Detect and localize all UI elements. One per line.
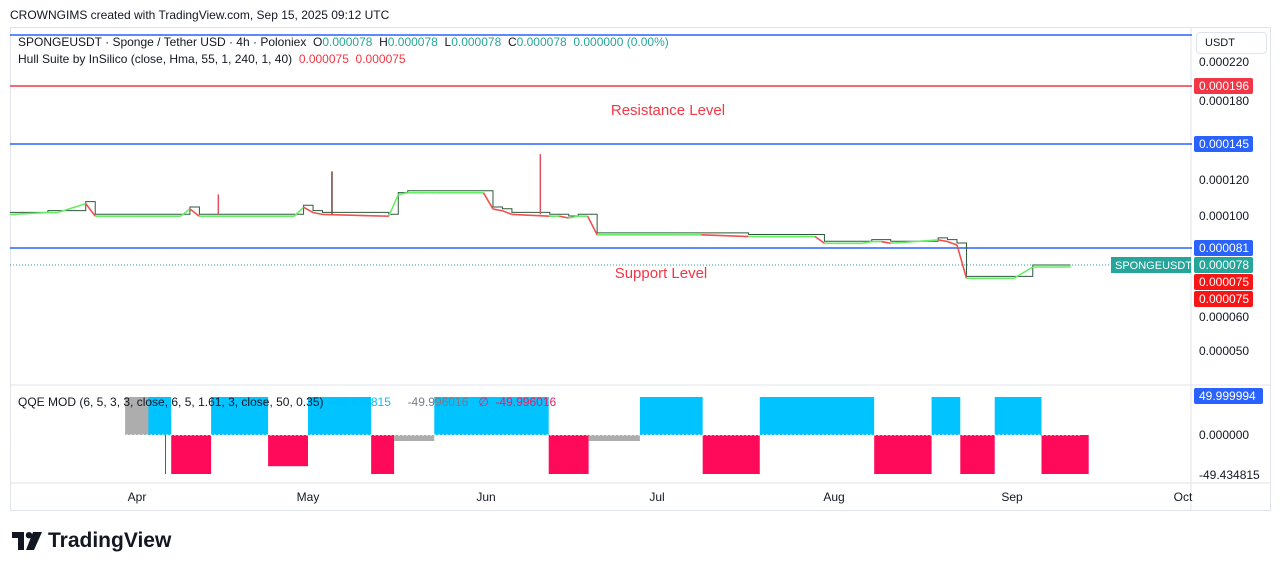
price-tick-label: 0.000050 <box>1199 344 1249 358</box>
month-label-jul: Jul <box>649 490 664 504</box>
qqe-legend[interactable]: QQE MOD (6, 5, 3, 3, close, 6, 5, 1.61, … <box>18 395 556 409</box>
hull-legend[interactable]: Hull Suite by InSilico (close, Hma, 55, … <box>18 52 406 66</box>
price-tick-label: 0.000100 <box>1199 209 1249 223</box>
level-label-145: 0.000145 <box>1199 137 1249 151</box>
qqe-bar-down <box>165 435 166 474</box>
hull-segment <box>492 208 503 212</box>
change-value: 0.000000 (0.00%) <box>573 35 669 49</box>
open-label: O <box>313 35 323 49</box>
hull-segment <box>388 194 400 217</box>
qqe-empty-symbol: ∅ <box>478 395 489 409</box>
qqe-bar-down <box>702 435 760 474</box>
qqe-bar-up <box>994 397 1042 435</box>
hull-segment <box>293 206 305 217</box>
price-tick-label: 0.000180 <box>1199 94 1249 108</box>
hull-segment <box>511 213 550 217</box>
month-label-oct: Oct <box>1174 490 1193 504</box>
price-tick-label: 0.000120 <box>1199 173 1249 187</box>
hull-segment <box>947 240 958 246</box>
price-tick-label: 0.000220 <box>1199 55 1249 69</box>
month-label-may: May <box>297 490 320 504</box>
qqe-bar-neutral <box>394 435 435 441</box>
tradingview-brand[interactable]: TradingView <box>12 529 171 553</box>
last-price-label: 0.000078 <box>1199 258 1249 272</box>
qqe-bar-down <box>371 435 395 474</box>
tradingview-logo-icon <box>12 532 42 550</box>
symbol-legend[interactable]: SPONGEUSDT · Sponge / Tether USD · 4h · … <box>18 35 669 49</box>
qqe-bar-down <box>171 435 212 474</box>
month-label-apr: Apr <box>128 490 147 504</box>
qqe-bar-up <box>759 397 875 435</box>
level-label-081: 0.000081 <box>1199 241 1249 255</box>
close-value: 0.000078 <box>516 35 567 49</box>
high-value: 0.000078 <box>387 35 438 49</box>
qqe-bar-down <box>268 435 308 467</box>
qqe-bottom-tick: -49.434815 <box>1199 468 1260 482</box>
month-label-aug: Aug <box>823 490 844 504</box>
horizontal-lines <box>10 34 1192 266</box>
hull-indicator-name: Hull Suite by InSilico (close, Hma, 55, … <box>18 52 293 66</box>
chart-canvas[interactable]: 0.000220 0.000180 0.000120 0.000100 0.000060… <box>0 0 1281 571</box>
close-label: C <box>507 35 517 49</box>
hull-segment <box>85 203 96 217</box>
qqe-bar-neutral <box>588 435 640 441</box>
qqe-value-2: -49.996016 <box>407 395 469 409</box>
qqe-bar-up <box>931 397 961 435</box>
month-label-jun: Jun <box>476 490 495 504</box>
qqe-bar-up <box>639 397 703 435</box>
month-label-sep: Sep <box>1001 490 1023 504</box>
hull-segment <box>559 215 569 219</box>
resistance-annotation: Resistance Level <box>611 102 725 119</box>
open-value: 0.000078 <box>322 35 373 49</box>
hull-value-2: 0.000075 <box>355 52 406 66</box>
hull-segment <box>937 239 948 243</box>
hull-segment <box>701 234 749 238</box>
symbol-tag: SPONGEUSDT <box>1115 260 1192 272</box>
qqe-bar-down <box>1041 435 1089 474</box>
brand-name: TradingView <box>48 529 172 552</box>
hull-label-1: 0.000075 <box>1199 275 1249 289</box>
qqe-value-1: -49.434815 <box>330 395 391 409</box>
qqe-bar-down <box>548 435 589 474</box>
hull-segment <box>881 240 891 245</box>
qqe-indicator-name: QQE MOD (6, 5, 3, 3, close, 6, 5, 1.61, … <box>18 395 324 409</box>
currency-selector[interactable]: USDT <box>1196 32 1267 54</box>
hull-segment <box>862 240 872 245</box>
hull-value-1: 0.000075 <box>298 52 349 66</box>
hull-segment <box>189 208 200 217</box>
hull-segment <box>814 235 825 244</box>
level-label-196: 0.000196 <box>1199 79 1249 93</box>
qqe-bar-down <box>874 435 932 474</box>
hull-segment <box>57 202 87 214</box>
hull-segment <box>482 192 494 210</box>
hull-label-2: 0.000075 <box>1199 292 1249 306</box>
low-value: 0.000078 <box>451 35 502 49</box>
hull-segment <box>179 208 191 217</box>
qqe-value-3: -49.996016 <box>495 395 557 409</box>
price-tick-label: 0.000060 <box>1199 310 1249 324</box>
hull-segment <box>303 206 314 214</box>
hull-segment <box>502 210 513 216</box>
qqe-zero-tick: 0.000000 <box>1199 428 1249 442</box>
support-annotation: Support Level <box>615 265 708 282</box>
hull-segment <box>322 213 389 217</box>
qqe-bar-down <box>960 435 995 474</box>
hull-segment <box>956 244 968 279</box>
hull-segment <box>312 211 323 216</box>
price-series <box>9 154 1071 280</box>
hull-segment <box>586 215 598 236</box>
symbol-title: SPONGEUSDT · Sponge / Tether USD · 4h · … <box>18 35 307 49</box>
high-label: H <box>379 35 388 49</box>
qqe-level-label: 49.999994 <box>1199 389 1256 403</box>
